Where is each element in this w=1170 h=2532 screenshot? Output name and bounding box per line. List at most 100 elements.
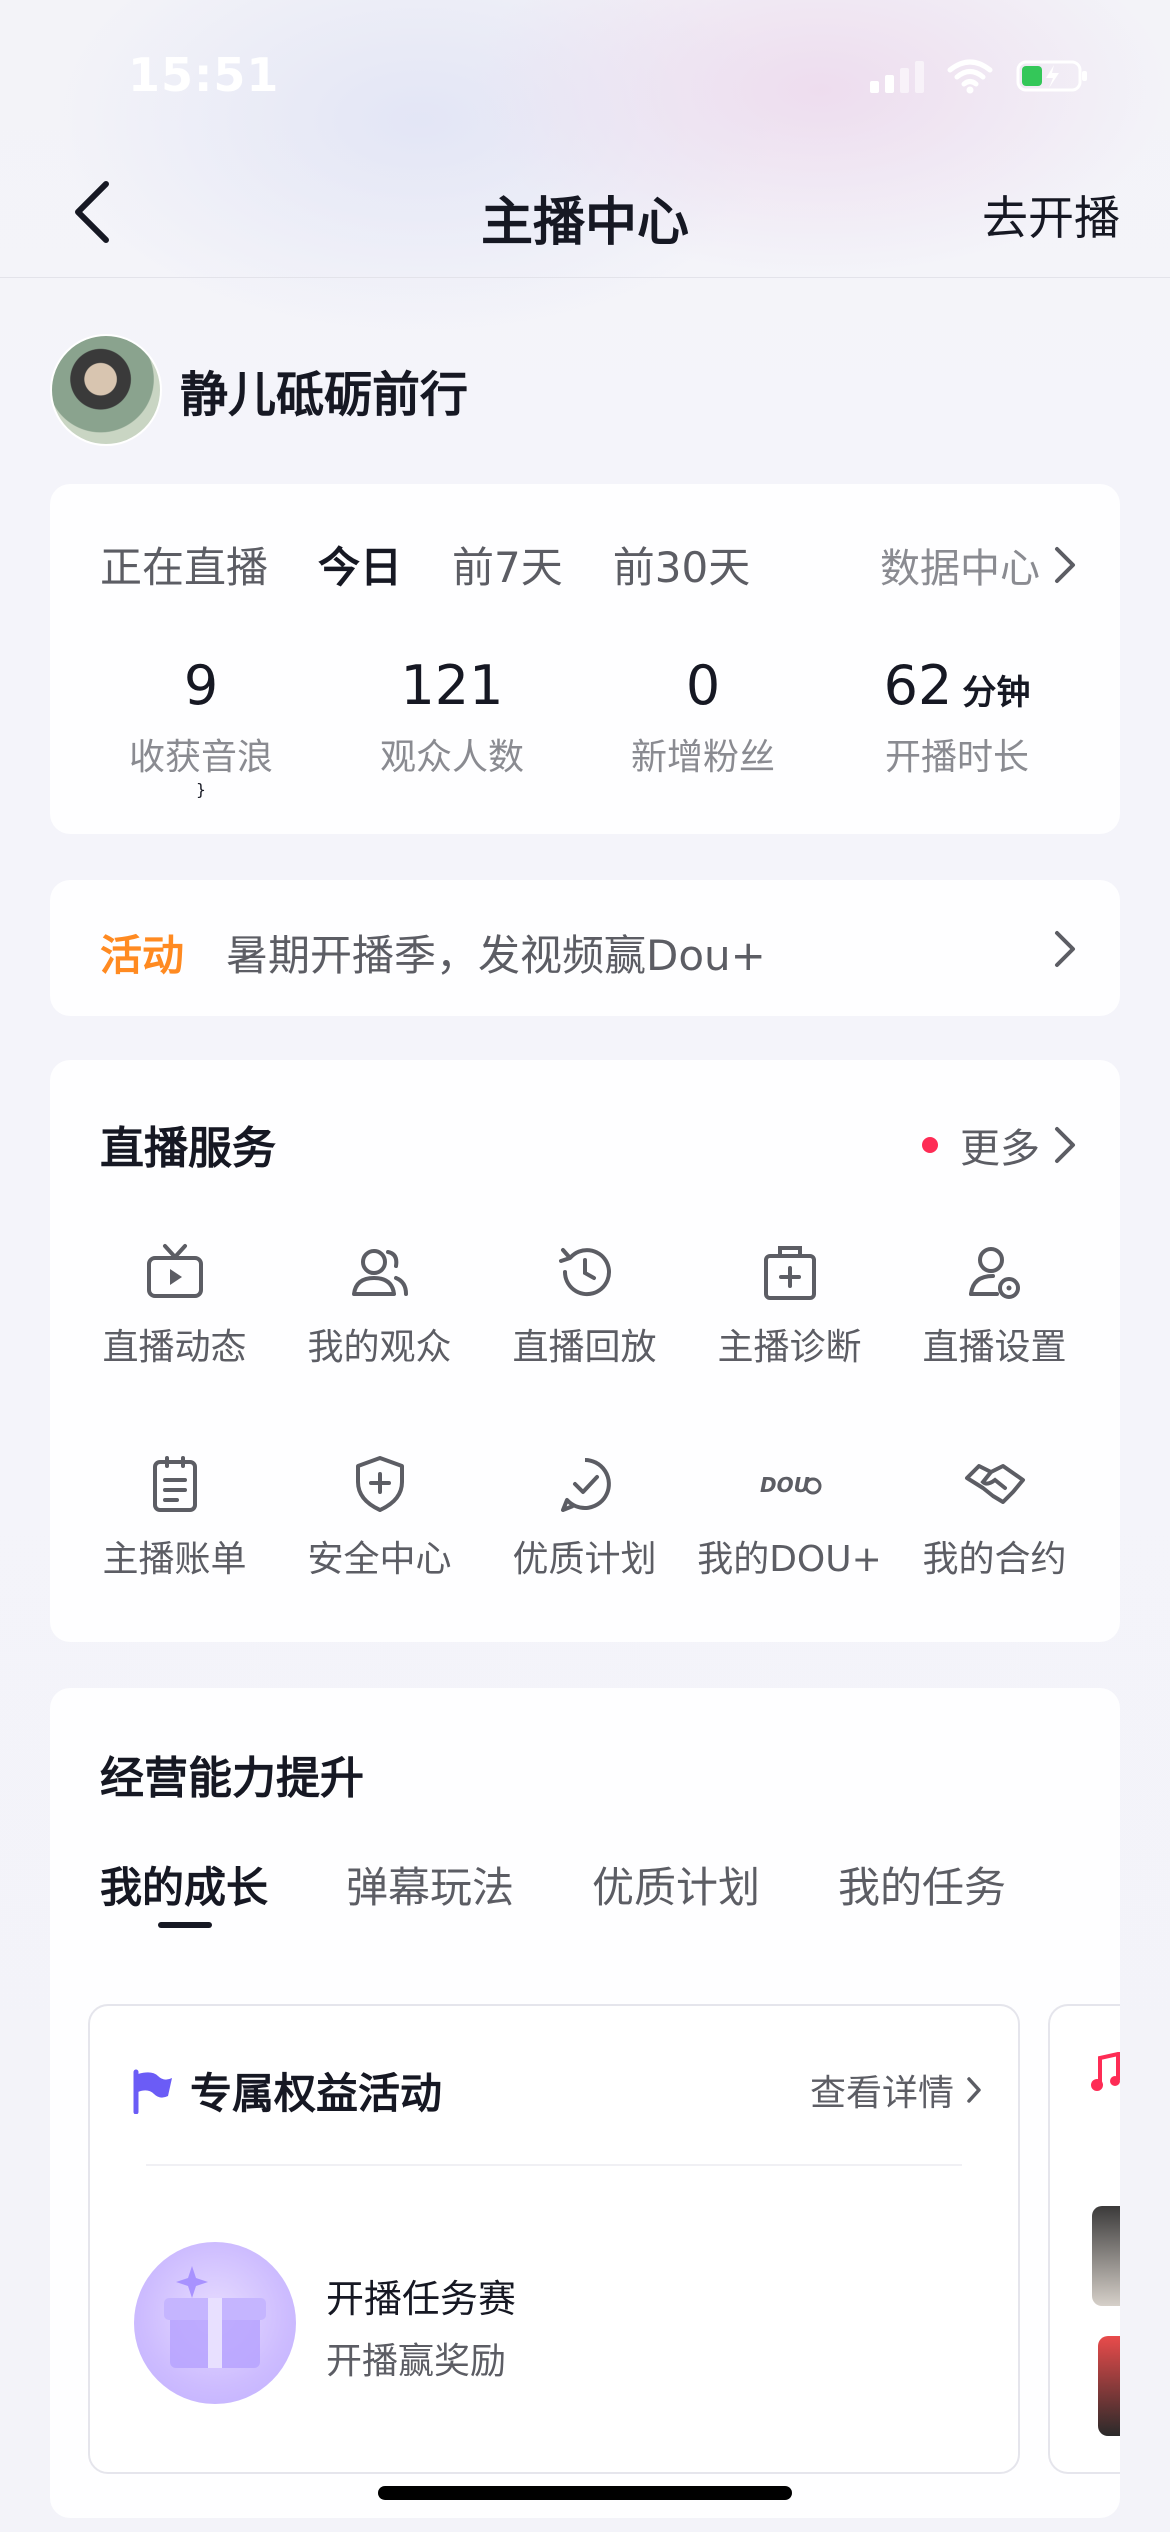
data-center-link[interactable]: 数据中心 bbox=[880, 536, 1076, 594]
battery-icon bbox=[1016, 60, 1087, 92]
service-host-bill[interactable]: 主播账单 bbox=[72, 1452, 277, 1582]
view-details-link[interactable]: 查看详情 bbox=[810, 2064, 982, 2116]
service-row-1: 直播动态 我的观众 直播回放 主播诊断 直播设置 bbox=[50, 1240, 1120, 1370]
dou-plus-icon: DOU bbox=[760, 1473, 821, 1497]
service-label: 我的观众 bbox=[307, 1327, 452, 1368]
service-my-audience[interactable]: 我的观众 bbox=[277, 1240, 482, 1370]
stat-value: 62 分钟 bbox=[883, 654, 1031, 717]
diagnosis-icon bbox=[763, 1246, 816, 1300]
bill-icon bbox=[152, 1456, 197, 1512]
stat-value: 0 bbox=[685, 654, 721, 717]
tab-today[interactable]: 今日 bbox=[318, 534, 402, 595]
service-quality-plan[interactable]: 优质计划 bbox=[482, 1452, 687, 1582]
stat-label: 开播时长 bbox=[884, 737, 1029, 778]
service-live-replay[interactable]: 直播回放 bbox=[482, 1240, 687, 1370]
service-security-center[interactable]: 安全中心 bbox=[277, 1452, 482, 1582]
next-benefit-panel[interactable] bbox=[1048, 2004, 1120, 2474]
view-details-label: 查看详情 bbox=[809, 2073, 954, 2114]
chevron-right-icon bbox=[1055, 547, 1075, 583]
status-icons bbox=[870, 58, 1090, 94]
nav-bar: 主播中心 去开播 bbox=[0, 150, 1170, 278]
service-label: 主播账单 bbox=[102, 1539, 247, 1580]
benefit-item-subtitle: 开播赢奖励 bbox=[326, 2341, 507, 2382]
home-indicator bbox=[378, 2486, 792, 2500]
service-row-2: 主播账单 安全中心 优质计划 DOU 我的DOU+ 我的合约 bbox=[50, 1452, 1120, 1582]
stat-live-duration[interactable]: 62 分钟 开播时长 bbox=[854, 654, 1060, 799]
exclusive-benefit-panel[interactable]: 专属权益活动 查看详情 开播任务赛 开播赢奖励 bbox=[88, 2004, 1020, 2474]
tab-danmaku-play[interactable]: 弹幕玩法 bbox=[346, 1854, 514, 1915]
tab-30-days[interactable]: 前30天 bbox=[613, 534, 750, 595]
service-label: 我的合约 bbox=[922, 1539, 1067, 1580]
service-my-contract[interactable]: 我的合约 bbox=[892, 1452, 1097, 1582]
growth-card: 经营能力提升 我的成长 弹幕玩法 优质计划 我的任务 专属权益活动 查看详情 开… bbox=[50, 1688, 1120, 2518]
stat-label: 新增粉丝 bbox=[630, 737, 775, 778]
stat-new-followers[interactable]: 0 新增粉丝 bbox=[552, 654, 854, 799]
tab-quality-plan[interactable]: 优质计划 bbox=[592, 1854, 760, 1915]
thumbnail bbox=[1098, 2336, 1120, 2436]
stat-value: 9 bbox=[183, 654, 219, 717]
benefit-title: 专属权益活动 bbox=[190, 2069, 443, 2118]
divider bbox=[146, 2164, 962, 2166]
service-label: 直播设置 bbox=[922, 1327, 1067, 1368]
wifi-icon bbox=[947, 59, 993, 94]
chevron-right-icon bbox=[1055, 1127, 1075, 1163]
data-center-label: 数据中心 bbox=[880, 546, 1040, 592]
tab-my-tasks[interactable]: 我的任务 bbox=[838, 1854, 1006, 1915]
live-service-title: 直播服务 bbox=[100, 1123, 276, 1174]
service-host-diagnosis[interactable]: 主播诊断 bbox=[687, 1240, 892, 1370]
shield-icon bbox=[355, 1456, 404, 1512]
service-label: 直播回放 bbox=[512, 1327, 657, 1368]
thumbnail bbox=[1092, 2206, 1120, 2306]
service-label: 我的DOU+ bbox=[697, 1539, 882, 1580]
activity-text: 暑期开播季，发视频赢Dou+ bbox=[226, 931, 766, 980]
live-service-card: 直播服务 更多 直播动态 我的观众 直播回放 主播诊断 直播设置 主播账单 安全… bbox=[50, 1060, 1120, 1642]
notification-dot bbox=[922, 1137, 938, 1153]
chevron-right-icon bbox=[1055, 931, 1075, 967]
service-label: 主播诊断 bbox=[717, 1327, 862, 1368]
benefit-header: 专属权益活动 bbox=[130, 2060, 442, 2121]
stats-tabs: 正在直播 今日 前7天 前30天 bbox=[100, 534, 800, 595]
dou-plus-icon-text: DOU bbox=[760, 1473, 810, 1497]
stat-value: 121 bbox=[400, 654, 504, 717]
tv-icon bbox=[146, 1244, 203, 1298]
more-button[interactable]: 更多 bbox=[922, 1116, 1076, 1174]
stat-label: 收获音浪 bbox=[128, 737, 273, 778]
profile-header[interactable]: 静儿砥砺前行 bbox=[50, 334, 468, 446]
audience-icon bbox=[351, 1249, 408, 1296]
chevron-right-icon bbox=[967, 2077, 981, 2103]
service-my-dou-plus[interactable]: DOU 我的DOU+ bbox=[687, 1452, 892, 1582]
signal-icon bbox=[870, 59, 924, 93]
tab-my-growth[interactable]: 我的成长 bbox=[100, 1854, 268, 1928]
stats-card: 正在直播 今日 前7天 前30天 数据中心 9 收获音浪 } 121 观众人数 … bbox=[50, 484, 1120, 834]
stat-viewers[interactable]: 121 观众人数 bbox=[352, 654, 552, 799]
tab-7-days[interactable]: 前7天 bbox=[452, 534, 563, 595]
stat-unit: 分钟 bbox=[962, 673, 1031, 713]
go-live-button[interactable]: 去开播 bbox=[982, 182, 1120, 248]
tab-live-now[interactable]: 正在直播 bbox=[100, 534, 268, 595]
handshake-icon bbox=[964, 1464, 1025, 1504]
user-settings-icon bbox=[968, 1247, 1020, 1299]
activity-banner[interactable]: 活动 暑期开播季，发视频赢Dou+ bbox=[50, 880, 1120, 1016]
service-label: 优质计划 bbox=[512, 1539, 657, 1580]
music-note-icon bbox=[1091, 2052, 1120, 2091]
check-badge-icon bbox=[560, 1458, 611, 1512]
stat-sound-waves[interactable]: 9 收获音浪 } bbox=[50, 654, 352, 799]
gift-icon bbox=[134, 2242, 296, 2404]
service-live-settings[interactable]: 直播设置 bbox=[892, 1240, 1097, 1370]
service-label: 直播动态 bbox=[102, 1327, 247, 1368]
activity-tag: 活动 bbox=[100, 931, 185, 980]
growth-tabs: 我的成长 弹幕玩法 优质计划 我的任务 bbox=[100, 1854, 1084, 1928]
service-live-activity[interactable]: 直播动态 bbox=[72, 1240, 277, 1370]
replay-icon bbox=[558, 1248, 611, 1297]
flag-icon bbox=[133, 2069, 172, 2114]
status-bar: 15:51 bbox=[0, 0, 1170, 150]
profile-name: 静儿砥砺前行 bbox=[180, 367, 469, 423]
stats-grid: 9 收获音浪 } 121 观众人数 0 新增粉丝 62 分钟 开播时长 bbox=[50, 654, 1120, 799]
growth-title: 经营能力提升 bbox=[100, 1753, 364, 1804]
avatar[interactable] bbox=[50, 334, 162, 446]
benefit-item-title: 开播任务赛 bbox=[326, 2277, 517, 2321]
stat-label: 观众人数 bbox=[379, 737, 524, 778]
status-time: 15:51 bbox=[128, 48, 280, 102]
more-label: 更多 bbox=[960, 1126, 1040, 1172]
service-label: 安全中心 bbox=[307, 1539, 452, 1580]
